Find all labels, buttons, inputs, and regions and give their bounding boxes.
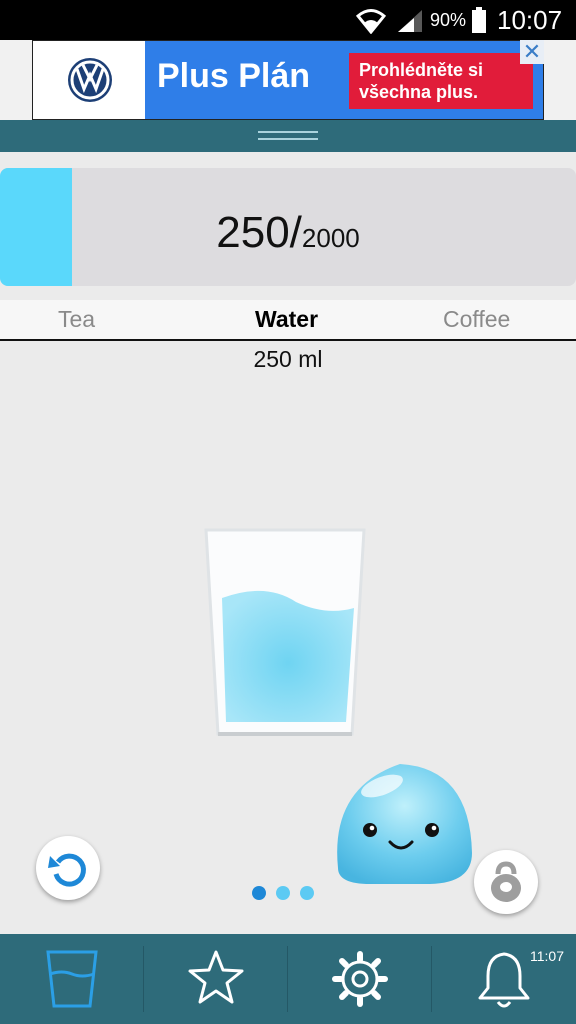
undo-button[interactable] (36, 836, 100, 900)
ad-cta-button[interactable]: Prohlédněte si všechna plus. (349, 53, 533, 109)
tab-tea[interactable]: Tea (58, 306, 95, 333)
daily-progress-bar: 250/2000 (0, 168, 576, 286)
drink-tabs: Tea Water Coffee (0, 300, 576, 340)
progress-current: 250 (216, 208, 290, 257)
battery-percent: 90% (430, 10, 467, 30)
ad-area: Plus Plán Prohlédněte si všechna plus. ✕ (0, 40, 576, 120)
nav-settings[interactable] (288, 934, 432, 1024)
progress-separator: / (289, 208, 302, 257)
glass-icon (46, 950, 98, 1008)
body-weight-button[interactable] (474, 850, 538, 914)
undo-icon (48, 853, 86, 887)
tabs-underline (0, 339, 576, 341)
bottom-nav: 11:07 (0, 934, 576, 1024)
page-dot-1[interactable] (252, 886, 266, 900)
gear-icon (332, 951, 388, 1007)
water-glass-icon[interactable] (196, 526, 374, 740)
battery-icon (472, 7, 486, 33)
nav-drink[interactable] (0, 934, 144, 1024)
ad-blue-panel: Plus Plán Prohlédněte si všechna plus. (145, 41, 543, 119)
vw-logo (68, 58, 112, 102)
nav-favorites[interactable] (144, 934, 288, 1024)
tab-water[interactable]: Water (255, 306, 318, 333)
wifi-icon (356, 9, 386, 34)
status-clock: 10:07 (497, 5, 563, 35)
progress-goal: 2000 (301, 223, 360, 253)
drink-amount: 250 ml (253, 346, 323, 372)
page-dot-3[interactable] (300, 886, 314, 900)
progress-text: 250/2000 (0, 168, 576, 286)
ad-banner[interactable]: Plus Plán Prohlédněte si všechna plus. (32, 40, 544, 120)
star-icon (188, 950, 244, 1004)
nav-reminders[interactable]: 11:07 (432, 934, 576, 1024)
drawer-handle-icon (258, 129, 318, 143)
ad-close-button[interactable]: ✕ (520, 40, 544, 64)
status-bar: 90% 10:07 (0, 0, 576, 40)
kettlebell-icon (491, 861, 521, 902)
page-dot-2[interactable] (276, 886, 290, 900)
water-drop-mascot (337, 764, 472, 884)
signal-icon (398, 10, 422, 32)
drawer-handle-bar[interactable] (0, 120, 576, 152)
tab-coffee[interactable]: Coffee (443, 306, 510, 333)
ad-logo-box (33, 41, 145, 119)
ad-title: Plus Plán (157, 57, 311, 95)
bell-icon (478, 952, 530, 1008)
reminder-time: 11:07 (530, 948, 564, 964)
